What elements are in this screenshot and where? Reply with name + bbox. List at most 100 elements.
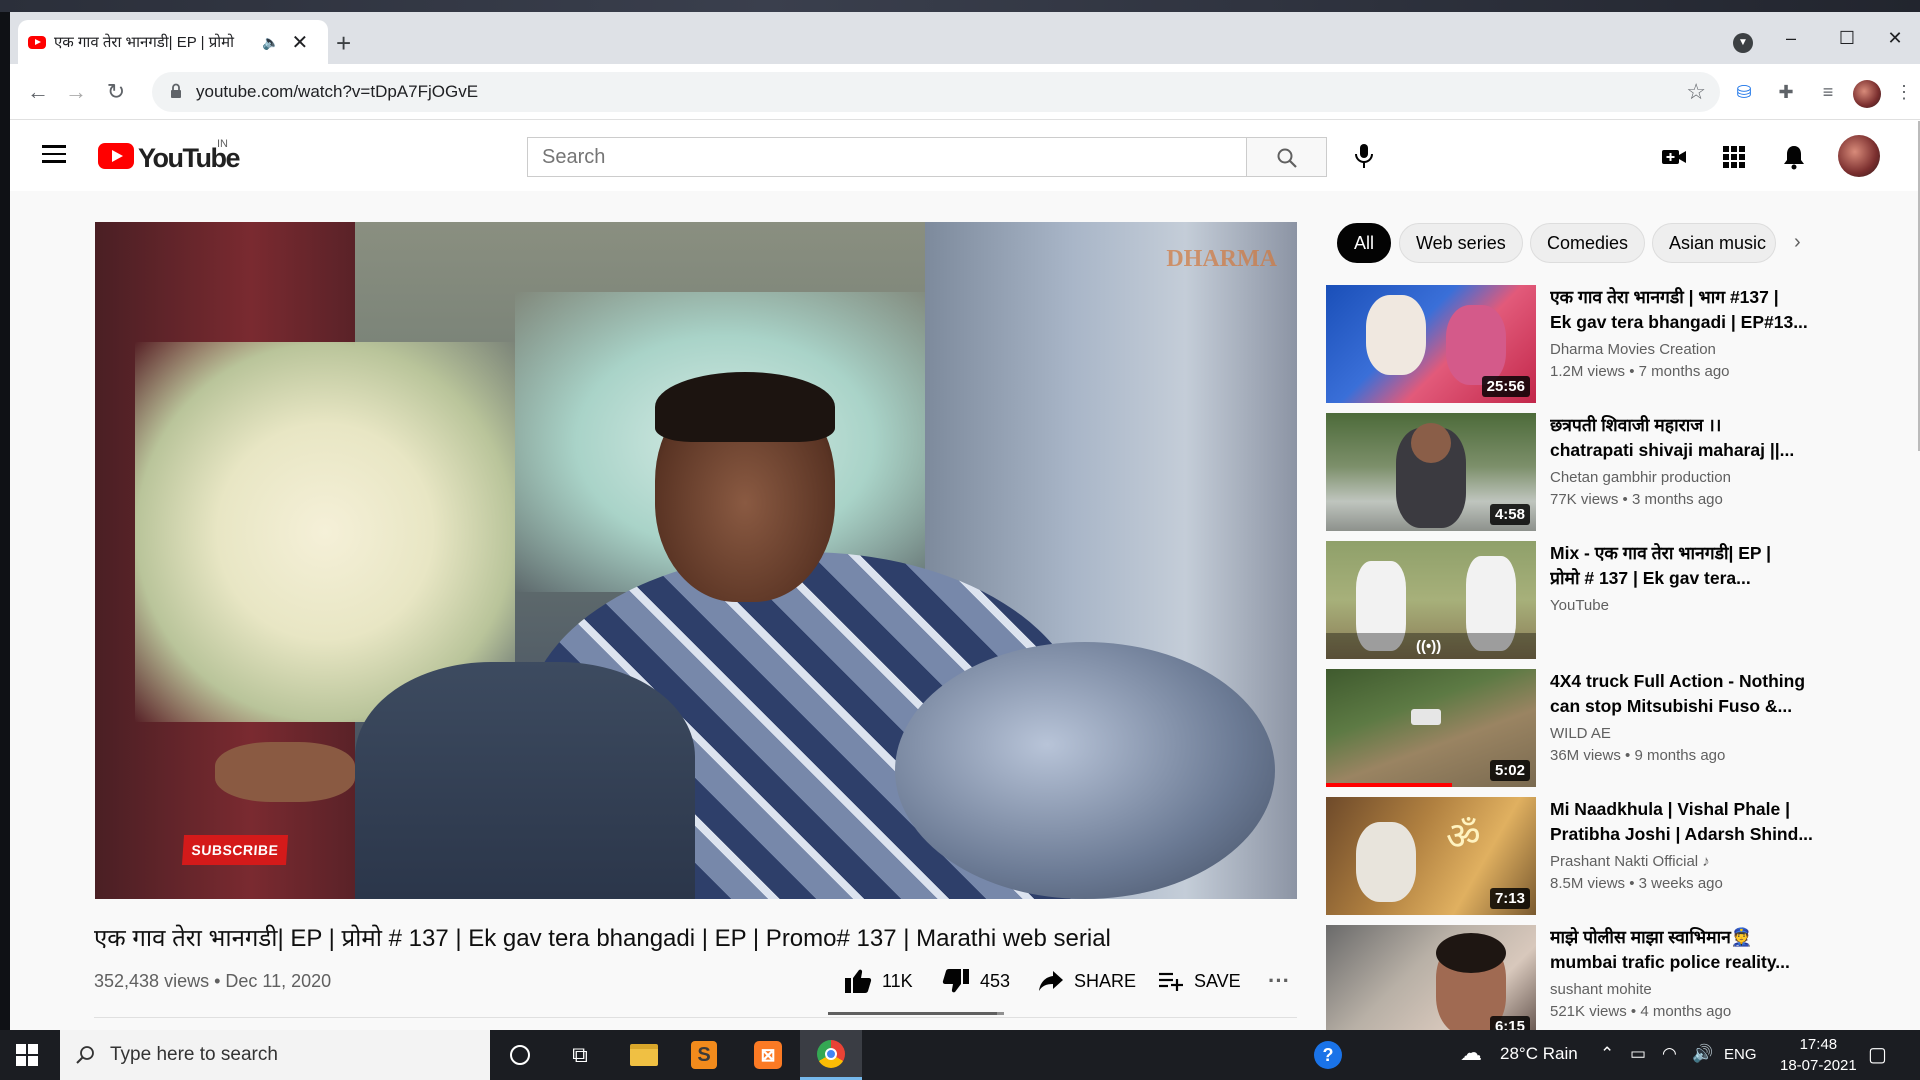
recommendation-title[interactable]: Mix - एक गाव तेरा भानगडी| EP | प्रोमो # … xyxy=(1550,541,1900,591)
recommendation-title[interactable]: माझे पोलीस माझा स्वाभिमान👮 mumbai trafic… xyxy=(1550,925,1900,975)
video-thumbnail[interactable]: 25:56 xyxy=(1326,285,1536,403)
sublime-text-icon[interactable]: S xyxy=(676,1030,732,1080)
video-player[interactable]: DHARMA SUBSCRIBE xyxy=(95,222,1297,899)
video-stats: 521K views • 4 months ago xyxy=(1550,1003,1732,1020)
tab-close-icon[interactable]: ✕ xyxy=(291,30,308,55)
recommendation-item[interactable]: ((•)) Mix - एक गाव तेरा भानगडी| EP | प्र… xyxy=(1326,541,1906,661)
minimize-button[interactable]: – xyxy=(1768,22,1814,54)
file-explorer-icon[interactable] xyxy=(616,1030,672,1080)
video-stats: 36M views • 9 months ago xyxy=(1550,747,1726,764)
video-thumbnail[interactable]: 5:02 xyxy=(1326,669,1536,787)
channel-name[interactable]: YouTube xyxy=(1550,597,1609,614)
recommendation-item[interactable]: 4:58 छत्रपती शिवाजी महाराज ।। chatrapati… xyxy=(1326,413,1906,533)
channel-name[interactable]: sushant mohite xyxy=(1550,981,1652,998)
maximize-button[interactable]: ☐ xyxy=(1824,22,1870,54)
chip-web-series[interactable]: Web series xyxy=(1399,223,1523,263)
youtube-logo-icon[interactable] xyxy=(98,143,134,169)
chevron-right-icon[interactable]: › xyxy=(1794,231,1801,254)
recommendation-item[interactable]: ॐ 7:13 Mi Naadkhula | Vishal Phale | Pra… xyxy=(1326,797,1906,917)
recommendation-title[interactable]: Mi Naadkhula | Vishal Phale | Pratibha J… xyxy=(1550,797,1900,847)
taskbar-search-box[interactable]: Type here to search xyxy=(60,1030,490,1080)
browser-tab[interactable]: एक गाव तेरा भानगडी| EP | प्रोमो 🔈 ✕ xyxy=(18,20,328,64)
weather-cloud-icon[interactable]: ☁ xyxy=(1460,1040,1482,1066)
lock-icon[interactable] xyxy=(170,83,182,99)
xampp-icon[interactable]: ⊠ xyxy=(740,1030,796,1080)
task-view-icon[interactable]: ⧉ xyxy=(552,1030,608,1080)
menu-hamburger-icon[interactable] xyxy=(42,145,66,163)
speaker-icon[interactable]: 🔈 xyxy=(262,34,279,51)
search-button[interactable] xyxy=(1247,137,1327,177)
forward-arrow-icon[interactable]: → xyxy=(62,78,90,106)
recommendation-item[interactable]: 25:56 एक गाव तेरा भानगडी | भाग #137 | Ek… xyxy=(1326,285,1906,405)
title-line: एक गाव तेरा भानगडी | भाग #137 | xyxy=(1550,287,1779,307)
chip-all[interactable]: All xyxy=(1337,223,1392,263)
clock-date: 18-07-2021 xyxy=(1780,1057,1857,1074)
apps-grid-icon[interactable] xyxy=(1720,143,1748,171)
title-line: माझे पोलीस माझा स्वाभिमान👮 xyxy=(1550,927,1753,947)
extensions-puzzle-icon[interactable]: ✚ xyxy=(1772,78,1800,106)
channel-name[interactable]: Chetan gambhir production xyxy=(1550,469,1731,486)
battery-icon[interactable]: ▭ xyxy=(1630,1044,1646,1064)
recommendation-item[interactable]: 5:02 4X4 truck Full Action - Nothing can… xyxy=(1326,669,1906,789)
channel-name[interactable]: WILD AE xyxy=(1550,725,1611,742)
more-actions-icon[interactable]: ··· xyxy=(1268,963,1290,999)
chip-comedies[interactable]: Comedies xyxy=(1530,223,1646,263)
save-button[interactable]: SAVE xyxy=(1158,963,1241,999)
taskbar-clock[interactable]: 17:48 18-07-2021 xyxy=(1780,1034,1857,1076)
reload-icon[interactable]: ↻ xyxy=(102,78,130,106)
recommendation-item[interactable]: 6:15 माझे पोलीस माझा स्वाभिमान👮 mumbai t… xyxy=(1326,925,1906,1030)
youtube-favicon-icon xyxy=(28,35,46,49)
notifications-bell-icon[interactable] xyxy=(1780,143,1808,171)
search-input[interactable] xyxy=(528,138,1245,176)
new-tab-button[interactable]: + xyxy=(336,30,351,56)
weather-text[interactable]: 28°C Rain xyxy=(1500,1044,1578,1064)
wifi-icon[interactable]: ◠ xyxy=(1662,1044,1677,1064)
recommendation-title[interactable]: एक गाव तेरा भानगडी | भाग #137 | Ek gav t… xyxy=(1550,285,1900,335)
video-thumbnail[interactable]: 4:58 xyxy=(1326,413,1536,531)
notifications-icon[interactable]: ▢ xyxy=(1868,1042,1887,1067)
chip-asian-music[interactable]: Asian music xyxy=(1652,223,1776,263)
video-title: एक गाव तेरा भानगडी| EP | प्रोमो # 137 | … xyxy=(94,925,1111,952)
thumbs-down-icon xyxy=(942,969,969,993)
volume-icon[interactable]: 🔊 xyxy=(1692,1044,1713,1064)
back-arrow-icon[interactable]: ← xyxy=(24,78,52,106)
desktop-edge xyxy=(0,12,10,1030)
cortana-icon[interactable] xyxy=(492,1030,548,1080)
video-thumbnail[interactable]: 6:15 xyxy=(1326,925,1536,1030)
tab-search-icon[interactable]: ▼ xyxy=(1733,33,1753,53)
create-video-icon[interactable] xyxy=(1660,143,1688,171)
save-label: SAVE xyxy=(1194,970,1241,991)
media-queue-icon[interactable]: ≡ xyxy=(1814,78,1842,106)
video-duration: 4:58 xyxy=(1489,504,1530,525)
windows-start-icon[interactable] xyxy=(16,1044,38,1066)
chrome-taskbar-icon[interactable] xyxy=(800,1030,862,1080)
views: 8.5M views xyxy=(1550,875,1626,892)
subscribe-overlay[interactable]: SUBSCRIBE xyxy=(181,835,289,865)
channel-name[interactable]: Prashant Nakti Official ♪ xyxy=(1550,853,1710,870)
dislike-button[interactable]: 453 xyxy=(942,963,1010,999)
help-icon[interactable]: ? xyxy=(1300,1030,1356,1080)
url-text[interactable]: youtube.com/watch?v=tDpA7FjOGvE xyxy=(196,82,478,102)
language-indicator[interactable]: ENG xyxy=(1724,1046,1757,1063)
channel-name[interactable]: Dharma Movies Creation xyxy=(1550,341,1716,358)
divider xyxy=(94,1017,1297,1018)
account-avatar[interactable] xyxy=(1838,135,1880,177)
video-thumbnail[interactable]: ((•)) xyxy=(1326,541,1536,659)
address-bar[interactable]: youtube.com/watch?v=tDpA7FjOGvE ☆ xyxy=(152,72,1720,112)
bookmark-star-icon[interactable]: ☆ xyxy=(1686,79,1706,105)
more-menu-icon[interactable]: ⋮ xyxy=(1890,78,1918,106)
share-button[interactable]: SHARE xyxy=(1038,963,1136,999)
tray-chevron-icon[interactable]: ⌃ xyxy=(1600,1044,1614,1064)
upload-age: 3 months ago xyxy=(1631,491,1723,508)
profile-avatar[interactable] xyxy=(1853,80,1881,108)
recommendation-title[interactable]: छत्रपती शिवाजी महाराज ।। chatrapati shiv… xyxy=(1550,413,1900,463)
views: 36M views xyxy=(1550,747,1621,764)
video-thumbnail[interactable]: ॐ 7:13 xyxy=(1326,797,1536,915)
like-button[interactable]: 11K xyxy=(844,963,913,999)
extension-icon[interactable]: ⛁ xyxy=(1730,78,1758,106)
meta-separator: • xyxy=(214,971,226,991)
close-window-button[interactable]: ✕ xyxy=(1872,22,1918,54)
recommendation-title[interactable]: 4X4 truck Full Action - Nothing can stop… xyxy=(1550,669,1900,719)
view-count: 352,438 views xyxy=(94,971,210,991)
microphone-icon[interactable] xyxy=(1354,143,1374,169)
